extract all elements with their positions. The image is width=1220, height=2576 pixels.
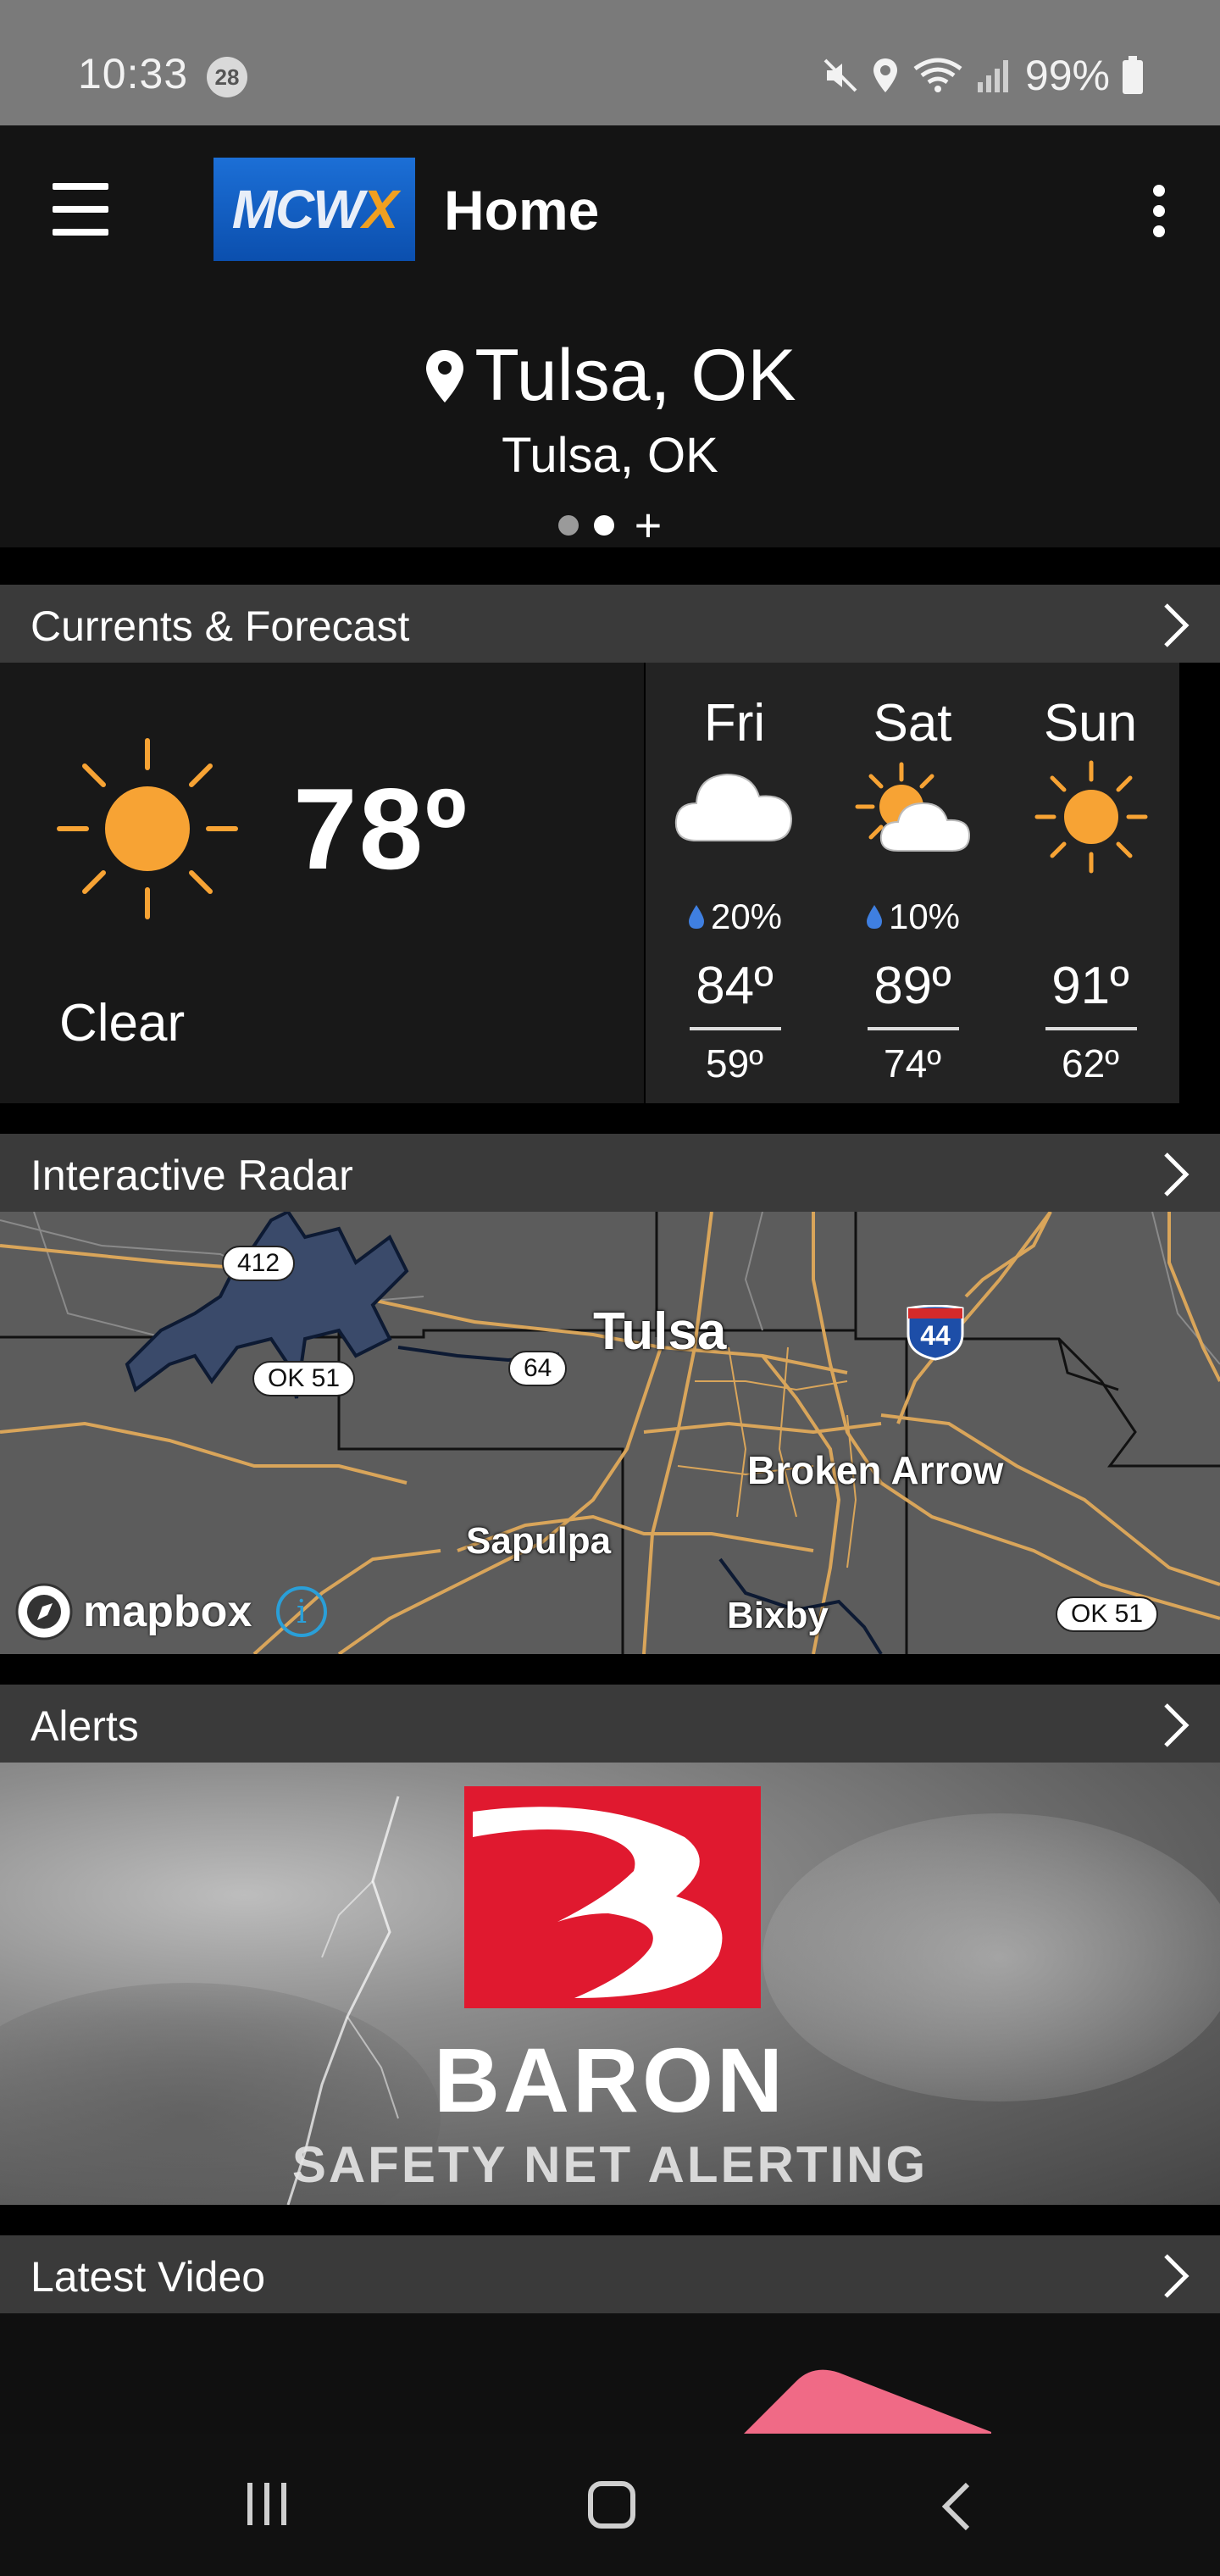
sun-icon	[57, 738, 238, 919]
forecast-high: 91º	[1051, 957, 1129, 1015]
baron-logo	[464, 1786, 761, 2008]
status-time: 10:33	[78, 50, 189, 97]
section-title: Alerts	[30, 1702, 139, 1750]
city-label-sapulpa: Sapulpa	[466, 1520, 612, 1562]
precip-chance: 20%	[646, 897, 824, 937]
interstate-44-shield: 44	[905, 1305, 966, 1361]
location-header[interactable]: Tulsa, OK Tulsa, OK +	[0, 293, 1220, 549]
forecast-day-name: Sat	[873, 694, 952, 752]
mute-icon	[824, 58, 857, 92]
hamburger-menu-icon[interactable]	[53, 183, 108, 236]
ok-51-shield: OK 51	[252, 1361, 356, 1396]
city-label-tulsa: Tulsa	[593, 1302, 727, 1361]
chevron-right-icon[interactable]	[1162, 2252, 1190, 2300]
us-64-shield: 64	[508, 1351, 568, 1386]
battery-percent: 99%	[1024, 52, 1110, 99]
latest-video-thumbnail[interactable]	[0, 2313, 1220, 2434]
chevron-right-icon[interactable]	[1162, 1702, 1190, 1749]
more-vertical-icon[interactable]	[1149, 185, 1169, 237]
mapbox-attribution[interactable]: mapbox	[14, 1581, 252, 1642]
current-condition: Clear	[59, 994, 186, 1052]
location-pager[interactable]: +	[0, 502, 1220, 549]
precip-value: 10%	[888, 897, 961, 936]
pager-dot[interactable]	[557, 515, 579, 536]
chevron-right-icon[interactable]	[1162, 1151, 1190, 1198]
map-info-icon[interactable]: i	[276, 1586, 327, 1637]
forecast-day-name: Fri	[703, 694, 766, 752]
currents-forecast-header[interactable]: Currents & Forecast	[0, 585, 1220, 663]
baron-tagline: SAFETY NET ALERTING	[291, 2136, 929, 2193]
forecast-high: 89º	[873, 957, 951, 1015]
add-location-button[interactable]: +	[635, 502, 663, 549]
recents-button[interactable]	[247, 2483, 286, 2525]
sun-icon	[1034, 760, 1148, 874]
baron-brand-name: BARON	[434, 2029, 786, 2131]
city-label-bixby: Bixby	[727, 1595, 829, 1636]
battery-icon	[1123, 56, 1143, 94]
city-label-broken-arrow: Broken Arrow	[747, 1448, 1004, 1492]
forecast-low: 59º	[706, 1041, 763, 1085]
alerts-header[interactable]: Alerts	[0, 1685, 1220, 1763]
chevron-right-icon[interactable]	[1162, 602, 1190, 649]
location-title[interactable]: Tulsa, OK	[0, 334, 1220, 418]
section-title: Latest Video	[30, 2253, 266, 2301]
app-logo-text: MCWX	[231, 179, 399, 240]
forecast-day-name: Sun	[1043, 694, 1138, 752]
us-412-shield: 412	[222, 1246, 296, 1281]
forecast-low: 74º	[884, 1041, 941, 1085]
page-title: Home	[444, 179, 600, 242]
current-temperature: 78º	[293, 764, 469, 893]
pager-dot-active[interactable]	[593, 515, 614, 536]
partly-cloudy-icon	[855, 762, 971, 852]
system-nav-bar	[0, 2434, 1220, 2576]
forecast-day-fri[interactable]: Fri 20% 84º 59º	[646, 663, 824, 1103]
precip-chance: 10%	[824, 897, 1001, 937]
location-icon	[873, 58, 897, 92]
home-button[interactable]	[588, 2481, 635, 2529]
section-title: Interactive Radar	[30, 1152, 353, 1199]
rain-drop-icon	[688, 905, 704, 929]
rain-drop-icon	[866, 905, 882, 929]
notification-count-badge: 28	[207, 57, 247, 97]
status-icons: 99%	[822, 51, 1144, 100]
forecast-low: 62º	[1062, 1041, 1119, 1085]
mapbox-logo-icon	[15, 1583, 73, 1641]
forecast-day-sun[interactable]: Sun 91º 62º	[1001, 663, 1179, 1103]
status-bar: 10:33 28 99%	[0, 0, 1220, 125]
wifi-icon	[913, 58, 962, 92]
interactive-radar-header[interactable]: Interactive Radar	[0, 1134, 1220, 1212]
precip-value: 20%	[710, 897, 783, 936]
forecast-divider	[868, 1027, 959, 1030]
forecast-high: 84º	[696, 957, 774, 1015]
location-pin-icon	[426, 349, 464, 402]
section-title: Currents & Forecast	[30, 602, 410, 650]
app-logo[interactable]: MCWX	[214, 158, 415, 261]
forecast-day-sat[interactable]: Sat 10% 89º 74º	[824, 663, 1001, 1103]
latest-video-header[interactable]: Latest Video	[0, 2235, 1220, 2313]
signal-icon	[977, 60, 1008, 92]
app-bar: MCWX Home	[0, 125, 1220, 293]
location-name: Tulsa, OK	[474, 335, 796, 416]
video-thumbnail-graphic	[744, 2369, 991, 2434]
location-subtitle: Tulsa, OK	[502, 428, 718, 483]
forecast-divider	[1045, 1027, 1137, 1030]
mapbox-text: mapbox	[83, 1587, 252, 1636]
back-icon[interactable]	[939, 2481, 973, 2532]
alerts-banner[interactable]: BARON SAFETY NET ALERTING	[0, 1763, 1220, 2205]
ok-51-shield: OK 51	[1056, 1596, 1159, 1632]
forecast-divider	[690, 1027, 781, 1030]
cloud-icon	[674, 773, 793, 841]
